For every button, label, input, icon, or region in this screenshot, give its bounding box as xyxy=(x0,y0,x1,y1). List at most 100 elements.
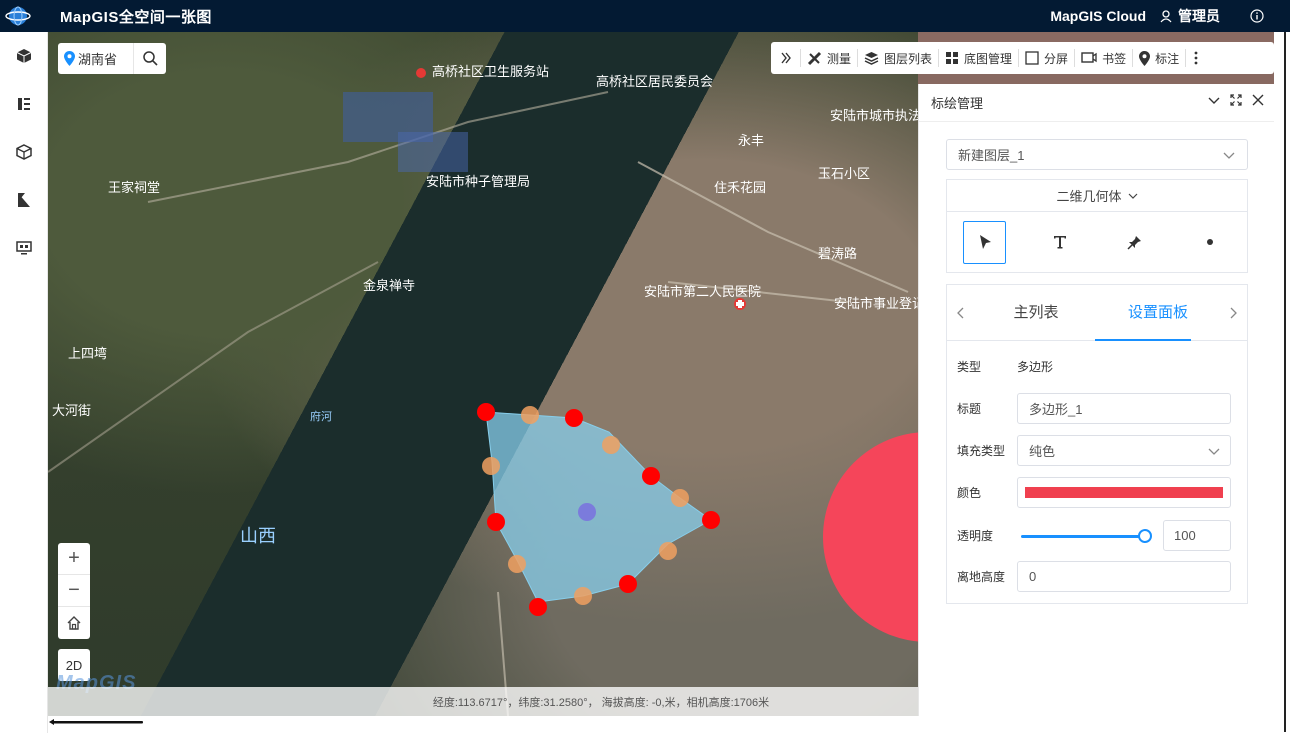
place-label: 高桥社区居民委员会 xyxy=(596,74,713,90)
toolbar-label: 测量 xyxy=(827,51,852,66)
height-input[interactable]: 0 xyxy=(1017,561,1231,592)
toolbar-measure[interactable]: 测量 xyxy=(801,49,859,67)
toolbar-split[interactable]: 分屏 xyxy=(1019,49,1076,67)
toolbar-annotate[interactable]: 标注 xyxy=(1133,49,1187,67)
grid-icon xyxy=(946,52,959,64)
user-menu[interactable]: 管理员 xyxy=(1160,6,1220,26)
bookmark-icon xyxy=(1081,52,1097,63)
opacity-row: 透明度 100 xyxy=(957,520,1247,551)
toolbar-layer-list[interactable]: 图层列表 xyxy=(858,49,940,67)
sidebar-item-cube[interactable] xyxy=(0,32,48,80)
user-icon xyxy=(1160,9,1172,22)
toolbar-label: 底图管理 xyxy=(964,51,1013,66)
zoom-controls: + − xyxy=(58,543,90,639)
color-picker[interactable] xyxy=(1017,477,1231,508)
title-input[interactable]: 多边形_1 xyxy=(1017,393,1231,424)
slider-track xyxy=(1021,534,1145,538)
toolbar-label: 分屏 xyxy=(1044,51,1069,66)
toolbar-basemap[interactable]: 底图管理 xyxy=(939,49,1020,67)
top-header: MapGIS全空间一张图 MapGIS Cloud 管理员 xyxy=(0,0,1290,32)
fill-type-value: 纯色 xyxy=(1029,444,1056,459)
toolbar-expand-button[interactable] xyxy=(771,49,801,67)
chevron-right-icon xyxy=(1230,307,1237,318)
collapse-chevron-icon[interactable] xyxy=(1208,94,1220,106)
search-button[interactable] xyxy=(134,43,166,74)
place-label: 住禾花园 xyxy=(714,180,766,196)
box-3d-icon xyxy=(16,144,32,160)
color-swatch xyxy=(1025,487,1223,498)
select-tool[interactable] xyxy=(947,212,1022,272)
opacity-label: 透明度 xyxy=(957,529,994,543)
dot-icon xyxy=(1206,239,1213,245)
slider-handle[interactable] xyxy=(1138,528,1152,543)
cloud-link[interactable]: MapGIS Cloud xyxy=(1050,8,1146,24)
map-canvas[interactable]: 高桥社区卫生服务站 高桥社区居民委员会 安陆市种子管理局 王家祠堂 金泉禅寺 上… xyxy=(48,32,918,716)
sidebar-item-analysis[interactable] xyxy=(0,176,48,224)
home-button[interactable] xyxy=(58,607,90,639)
point-tool[interactable] xyxy=(1172,212,1247,272)
tab-next-arrow[interactable] xyxy=(1219,307,1247,319)
place-label: 王家祠堂 xyxy=(108,180,160,196)
search-icon xyxy=(142,51,158,66)
location-selector[interactable]: 湖南省 xyxy=(58,43,134,74)
place-label: 金泉禅寺 xyxy=(363,278,415,294)
place-labels: 高桥社区卫生服务站 高桥社区居民委员会 安陆市种子管理局 王家祠堂 金泉禅寺 上… xyxy=(52,64,918,547)
location-search[interactable]: 湖南省 xyxy=(58,43,166,74)
place-label: 高桥社区卫生服务站 xyxy=(432,64,549,80)
settings-box: 主列表 设置面板 类型 多边形 标题 多边形_1 填充类型 纯色 颜色 透明度 … xyxy=(946,284,1248,604)
pushpin-icon xyxy=(1127,235,1141,250)
circle-shape[interactable] xyxy=(823,432,918,642)
geometry-type-label: 二维几何体 xyxy=(1056,189,1122,204)
place-label: 安陆市城市执法大队 xyxy=(830,108,918,124)
toolbar-label: 图层列表 xyxy=(884,51,933,66)
user-name: 管理员 xyxy=(1178,8,1220,24)
zoom-in-button[interactable]: + xyxy=(58,543,90,575)
opacity-input[interactable]: 100 xyxy=(1163,520,1231,551)
map-overlay: 高桥社区卫生服务站 高桥社区居民委员会 安陆市种子管理局 王家祠堂 金泉禅寺 上… xyxy=(48,64,918,716)
left-sidebar xyxy=(0,32,48,733)
place-label: 上四塆 xyxy=(68,346,107,362)
close-icon[interactable] xyxy=(1252,94,1264,106)
title-row: 标题 多边形_1 xyxy=(957,393,1247,424)
monitor-icon xyxy=(16,241,32,255)
geometry-tools-box: 二维几何体 xyxy=(946,179,1248,273)
height-row: 离地高度 0 xyxy=(957,561,1247,592)
home-icon xyxy=(67,616,81,630)
globe-logo-icon xyxy=(0,0,36,32)
coordinate-readout: 经度:113.6717°，纬度:31.2580°， 海拔高度: -0,米，相机高… xyxy=(432,696,770,709)
tab-settings-panel[interactable]: 设置面板 xyxy=(1097,285,1219,341)
sidebar-item-model[interactable] xyxy=(0,128,48,176)
toolbar-more-button[interactable] xyxy=(1186,49,1206,67)
list-icon xyxy=(18,98,30,110)
text-tool[interactable] xyxy=(1022,212,1097,272)
toolbar-bookmark[interactable]: 书签 xyxy=(1075,49,1134,67)
fill-type-select[interactable]: 纯色 xyxy=(1017,435,1231,466)
fill-type-row: 填充类型 纯色 xyxy=(957,435,1247,466)
sidebar-item-screen[interactable] xyxy=(0,224,48,272)
layer-select[interactable]: 新建图层_1 xyxy=(946,139,1248,170)
geometry-type-dropdown[interactable]: 二维几何体 xyxy=(947,180,1247,212)
chevron-down-icon xyxy=(1208,448,1220,455)
chevron-left-icon xyxy=(957,307,964,318)
cube-icon xyxy=(16,49,32,63)
tab-main-list[interactable]: 主列表 xyxy=(975,285,1097,341)
vertical-scrollbar-track xyxy=(1274,32,1290,733)
type-label: 类型 xyxy=(957,360,982,374)
layer-select-value: 新建图层_1 xyxy=(958,148,1025,163)
info-icon[interactable] xyxy=(1250,9,1264,23)
type-value: 多边形 xyxy=(1017,360,1054,374)
map-toolbar: 测量 图层列表 底图管理 分屏 书签 标注 xyxy=(771,42,1274,74)
chevron-down-icon xyxy=(1128,193,1137,199)
zoom-out-button[interactable]: − xyxy=(58,575,90,607)
marker-tool[interactable] xyxy=(1097,212,1172,272)
horizontal-scrollbar[interactable] xyxy=(48,719,144,725)
fullscreen-icon[interactable] xyxy=(1230,94,1242,106)
layers-icon xyxy=(864,52,879,65)
opacity-slider[interactable] xyxy=(1021,528,1152,543)
tab-prev-arrow[interactable] xyxy=(947,307,975,319)
panel-title: 标绘管理 xyxy=(931,96,984,111)
vertical-scrollbar[interactable] xyxy=(1284,32,1286,732)
polygon-center-handle[interactable] xyxy=(578,503,596,521)
plot-management-panel: 标绘管理 新建图层_1 二维几何体 主列表 设置面板 类型 多边形 标题 多边形… xyxy=(918,84,1274,716)
sidebar-item-list[interactable] xyxy=(0,80,48,128)
